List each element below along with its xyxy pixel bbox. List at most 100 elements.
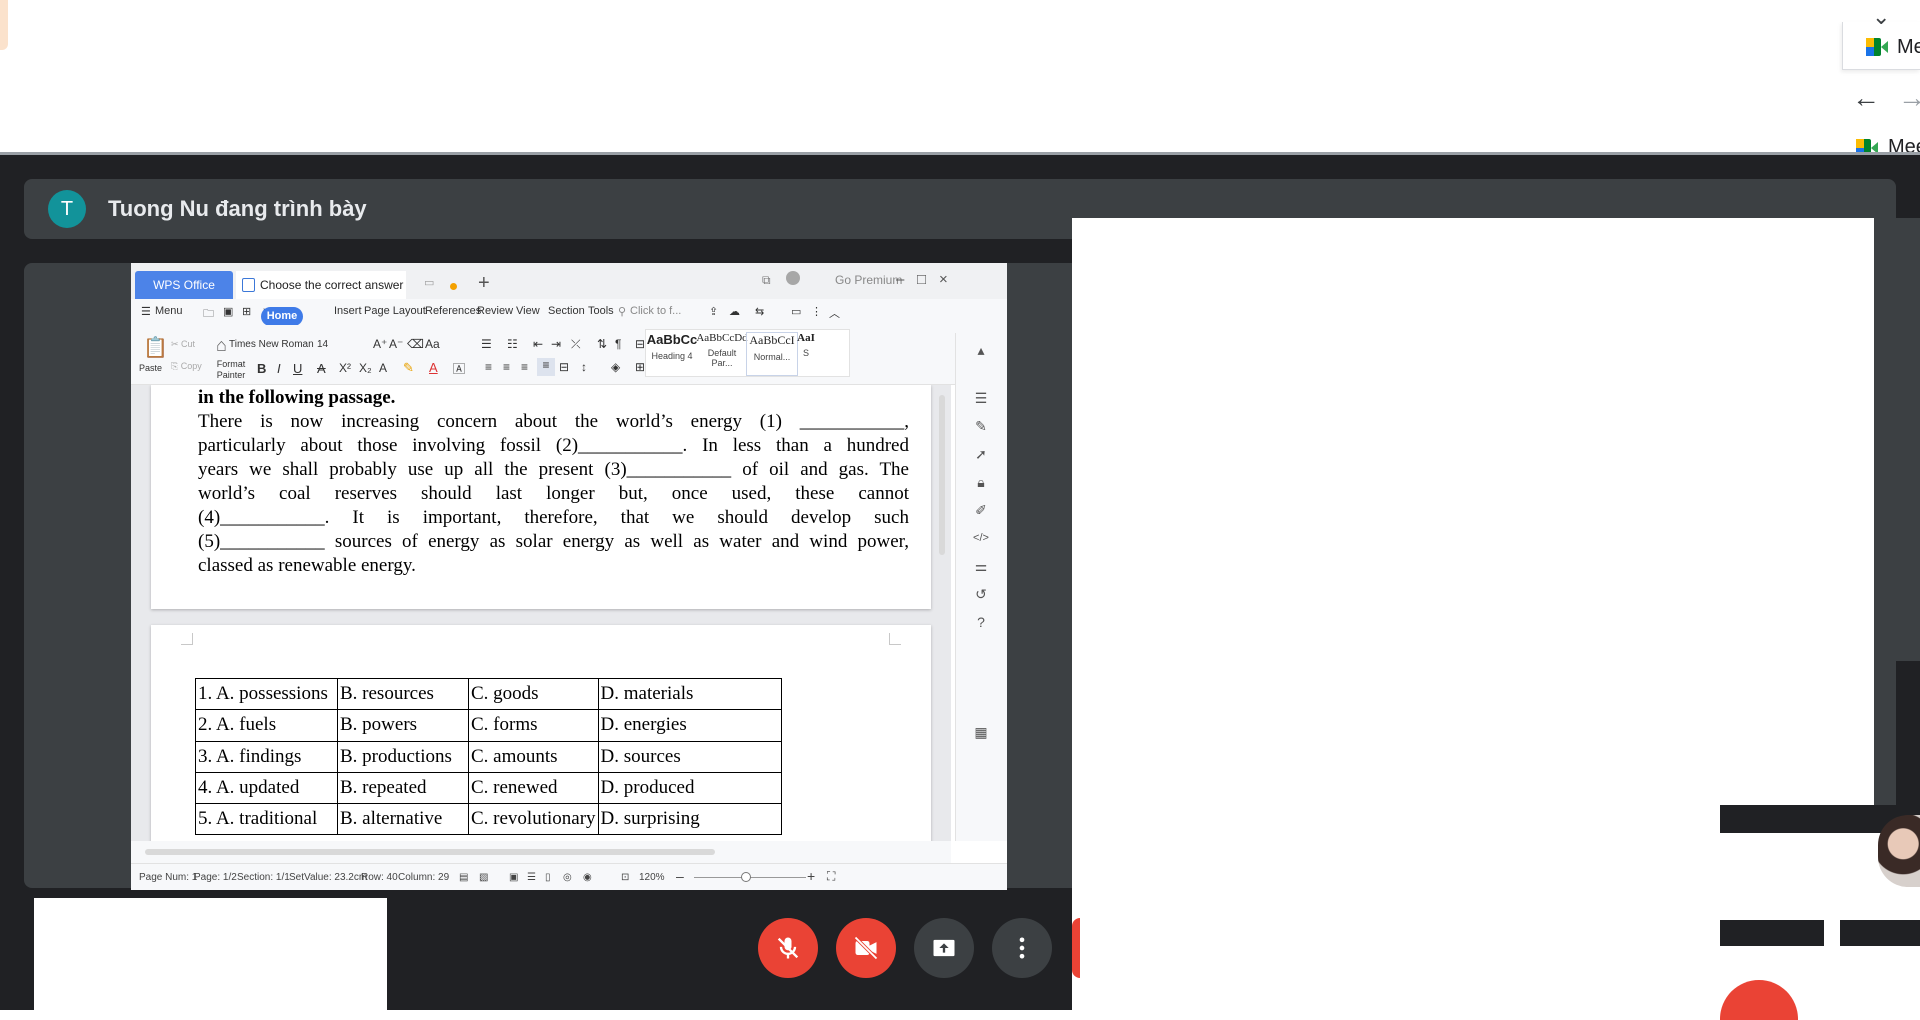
chat-icon[interactable]: ▭ (791, 305, 801, 318)
open-folder-icon[interactable]: 🗀 (203, 305, 214, 324)
shading-icon[interactable]: ◈ (611, 360, 620, 374)
horizontal-scrollbar[interactable] (131, 841, 951, 863)
clear-format-icon[interactable]: ⌫ (407, 337, 424, 351)
share-icon[interactable]: ⇪ (709, 305, 718, 318)
zoom-level[interactable]: 120% (639, 872, 665, 883)
char-border-icon[interactable]: 🄰 (453, 360, 465, 377)
align-right-icon[interactable]: ≡ (521, 360, 528, 374)
sort-icon[interactable]: ⇅ (597, 337, 607, 351)
grow-font-button[interactable]: A⁺ (373, 337, 387, 351)
borders-icon[interactable]: ⊞ (635, 360, 645, 374)
mic-off-button[interactable] (758, 918, 818, 978)
settings-sliders-icon[interactable]: ⚌ (972, 557, 990, 575)
menu-item-review[interactable]: Review (477, 305, 513, 317)
edit-doc-icon[interactable]: ✐ (972, 501, 990, 519)
menu-item-menu[interactable]: Menu (155, 305, 183, 317)
pen-icon[interactable]: ✎ (972, 417, 990, 435)
text-effect-button[interactable]: A (379, 361, 387, 375)
grid-icon[interactable]: ▦ (972, 723, 990, 741)
scrollbar-thumb[interactable] (145, 849, 715, 855)
more-options-button[interactable] (992, 918, 1052, 978)
export-icon[interactable]: ⊞ (242, 305, 251, 318)
strikethrough-button[interactable]: A (317, 361, 326, 376)
user-avatar[interactable] (786, 271, 800, 285)
format-painter-label[interactable]: Format Painter (211, 359, 251, 381)
window-mode-icon[interactable]: ⧉ (762, 273, 771, 288)
zoom-in-icon[interactable]: + (807, 868, 815, 884)
eye-protection-icon[interactable]: ◉ (583, 872, 592, 883)
style-default-paragraph[interactable]: AaBbCcDd Default Par... (696, 332, 748, 368)
bold-button[interactable]: B (257, 361, 266, 376)
fit-page-icon[interactable]: ⊡ (621, 872, 629, 883)
new-tab-plus-icon[interactable]: + (478, 272, 490, 295)
highlight-icon[interactable]: ✎ (403, 360, 414, 376)
select-cursor-icon[interactable]: ➚ (972, 445, 990, 463)
print-layout-icon[interactable]: ▣ (509, 872, 518, 883)
comment-icon[interactable]: ▭ (424, 276, 434, 289)
font-color-button[interactable]: A (429, 360, 438, 375)
web-view-icon[interactable]: ◎ (563, 872, 572, 883)
subscript-button[interactable]: X₂ (359, 361, 372, 375)
vertical-scrollbar-thumb[interactable] (939, 395, 945, 555)
more-vertical-icon[interactable]: ⋮ (811, 305, 822, 318)
italic-button[interactable]: I (277, 361, 281, 376)
tab-stop-icon[interactable]: ⊟ (635, 337, 645, 351)
history-icon[interactable]: ↺ (972, 585, 990, 603)
end-call-button-edge[interactable] (1072, 918, 1080, 978)
paragraph-mark-icon[interactable]: ¶ (615, 337, 621, 351)
minimize-icon[interactable]: – (896, 271, 904, 288)
go-premium-button[interactable]: Go Premium (835, 273, 902, 287)
present-screen-button[interactable] (914, 918, 974, 978)
increase-indent-icon[interactable]: ⇥ (551, 337, 561, 351)
menu-item-references[interactable]: References (425, 305, 481, 317)
cut-button[interactable]: ✂ Cut (171, 339, 195, 350)
document-tab[interactable]: Choose the correct answer A (236, 271, 406, 320)
scroll-up-icon[interactable]: ▴ (972, 341, 990, 359)
back-arrow-icon[interactable]: ← (1852, 82, 1880, 114)
save-icon[interactable]: ▣ (223, 305, 233, 318)
bullets-icon[interactable]: ☰ (481, 337, 492, 351)
format-painter-icon[interactable]: ⌂ (216, 335, 227, 356)
reading-view-icon[interactable]: ▯ (545, 872, 551, 883)
font-size-select[interactable]: 14 (315, 337, 367, 355)
zoom-out-icon[interactable]: – (676, 868, 684, 884)
help-icon[interactable]: ? (972, 613, 990, 631)
search-box[interactable]: Click to f... (630, 305, 681, 317)
tab-home[interactable]: Home (261, 307, 303, 326)
close-icon[interactable]: × (939, 271, 948, 288)
hamburger-icon[interactable]: ☰ (141, 305, 151, 318)
align-left-icon[interactable]: ≡ (485, 360, 492, 374)
menu-item-insert[interactable]: Insert (334, 305, 362, 317)
collapse-ribbon-icon[interactable]: ︿ (829, 305, 840, 321)
shrink-font-button[interactable]: A⁻ (389, 337, 403, 351)
distributed-icon[interactable]: ⊟ (559, 360, 569, 374)
style-heading-4[interactable]: AaBbCc Heading 4 (646, 332, 698, 361)
camera-off-button[interactable] (836, 918, 896, 978)
line-spacing-icon[interactable]: ↕ (581, 360, 587, 374)
document-canvas[interactable]: in the following passage. There is now i… (131, 385, 951, 841)
collab-icon[interactable]: ⇆ (755, 305, 764, 318)
search-icon[interactable]: ⚲ (618, 305, 626, 318)
justify-icon[interactable]: ≡ (537, 358, 555, 376)
paste-label[interactable]: Paste (139, 363, 162, 373)
fullscreen-icon[interactable]: ⛶ (827, 869, 835, 884)
menu-item-section[interactable]: Section (548, 305, 585, 317)
outline-view-icon[interactable]: ☰ (527, 872, 536, 883)
proof-icon[interactable]: ▧ (479, 872, 488, 883)
menu-item-tools[interactable]: Tools (588, 305, 614, 317)
forward-arrow-icon[interactable]: → (1898, 82, 1920, 114)
cross-icon[interactable]: ⤫ (571, 337, 581, 352)
copy-button[interactable]: ⎘ Copy (171, 361, 202, 372)
menu-item-page-layout[interactable]: Page Layout (364, 305, 426, 317)
upload-icon[interactable]: ☁ (729, 305, 740, 318)
align-center-icon[interactable]: ≡ (503, 360, 510, 374)
lock-icon[interactable]: 🔒︎ (972, 473, 990, 491)
maximize-icon[interactable]: □ (917, 271, 926, 288)
decrease-indent-icon[interactable]: ⇤ (533, 337, 543, 351)
style-pane-icon[interactable]: ☰ (972, 389, 990, 407)
style-normal[interactable]: AaBbCcI Normal... (746, 332, 798, 376)
paste-icon[interactable]: 📋 (143, 335, 168, 360)
numbering-icon[interactable]: ☷ (507, 337, 518, 351)
change-case-button[interactable]: Aa (425, 337, 440, 351)
zoom-slider-thumb[interactable] (741, 872, 751, 882)
